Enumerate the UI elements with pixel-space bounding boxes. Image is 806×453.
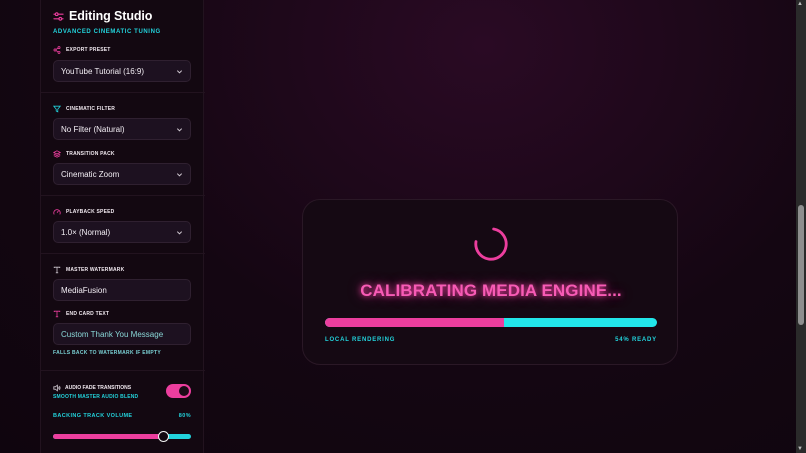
master-watermark-value: MediaFusion xyxy=(61,285,107,295)
transition-pack-label-row: TRANSITION PACK xyxy=(53,150,115,158)
sliders-icon xyxy=(53,11,64,21)
chevron-down-icon xyxy=(176,127,183,131)
scroll-down-icon[interactable]: ▼ xyxy=(797,446,803,452)
divider xyxy=(41,370,205,371)
volume-icon xyxy=(53,384,61,392)
export-preset-select[interactable]: YouTube Tutorial (16:9) xyxy=(53,60,191,82)
progress-left-label: LOCAL RENDERING xyxy=(325,337,396,343)
render-progress-bar xyxy=(325,318,657,327)
divider xyxy=(41,253,205,254)
playback-speed-select[interactable]: 1.0× (Normal) xyxy=(53,221,191,243)
divider xyxy=(41,195,205,196)
loading-card: CALIBRATING MEDIA ENGINE... LOCAL RENDER… xyxy=(302,199,678,365)
audio-fade-sublabel: SMOOTH MASTER AUDIO BLEND xyxy=(53,394,139,400)
master-watermark-input[interactable]: MediaFusion xyxy=(53,279,191,301)
divider xyxy=(41,92,205,93)
export-preset-value: YouTube Tutorial (16:9) xyxy=(61,66,145,76)
slider-thumb[interactable] xyxy=(157,431,169,442)
page-scrollbar[interactable]: ▲ ▼ xyxy=(796,0,806,453)
audio-fade-toggle[interactable] xyxy=(166,384,191,398)
chevron-down-icon xyxy=(176,172,183,176)
backing-volume-row: BACKING TRACK VOLUME 80% xyxy=(53,413,191,419)
spinner-icon xyxy=(474,227,508,261)
cinematic-filter-value: No Filter (Natural) xyxy=(61,124,125,134)
filter-icon xyxy=(53,105,61,113)
master-watermark-label: MASTER WATERMARK xyxy=(66,267,125,273)
chevron-down-icon xyxy=(176,230,183,234)
master-watermark-label-row: MASTER WATERMARK xyxy=(53,266,124,274)
toggle-knob xyxy=(179,386,189,396)
playback-speed-label-row: PLAYBACK SPEED xyxy=(53,208,114,216)
backing-volume-slider[interactable] xyxy=(53,431,191,442)
sidebar-subtitle: ADVANCED CINEMATIC TUNING xyxy=(53,29,161,35)
progress-fill xyxy=(325,318,505,327)
loading-title: CALIBRATING MEDIA ENGINE... xyxy=(360,281,622,300)
playback-speed-value: 1.0× (Normal) xyxy=(61,227,111,237)
scroll-up-icon[interactable]: ▲ xyxy=(797,1,803,7)
cinematic-filter-label: CINEMATIC FILTER xyxy=(66,106,116,112)
progress-right-label: 54% READY xyxy=(615,337,657,343)
transition-pack-label: TRANSITION PACK xyxy=(66,151,115,157)
transition-pack-value: Cinematic Zoom xyxy=(61,169,120,179)
backing-volume-value: 80% xyxy=(178,413,191,419)
sidebar-title: Editing Studio xyxy=(69,9,153,23)
end-card-placeholder: Custom Thank You Message xyxy=(61,329,164,339)
audio-fade-label: AUDIO FADE TRANSITIONS xyxy=(65,385,132,391)
sidebar-header: Editing Studio xyxy=(53,9,152,23)
export-preset-label-row: EXPORT PRESET xyxy=(53,46,111,54)
end-card-hint: FALLS BACK TO WATERMARK IF EMPTY xyxy=(53,350,162,356)
slider-fill xyxy=(53,434,164,439)
text-icon xyxy=(53,310,61,318)
progress-labels: LOCAL RENDERING 54% READY xyxy=(325,337,657,343)
cinematic-filter-select[interactable]: No Filter (Natural) xyxy=(53,118,191,140)
share-icon xyxy=(53,46,61,54)
cinematic-filter-label-row: CINEMATIC FILTER xyxy=(53,105,115,113)
playback-speed-label: PLAYBACK SPEED xyxy=(66,209,115,215)
export-preset-label: EXPORT PRESET xyxy=(66,47,111,53)
layers-icon xyxy=(53,150,61,158)
end-card-text-input[interactable]: Custom Thank You Message xyxy=(53,323,191,345)
end-card-label-row: END CARD TEXT xyxy=(53,310,109,318)
gauge-icon xyxy=(53,209,61,215)
chevron-down-icon xyxy=(176,69,183,73)
scrollbar-thumb[interactable] xyxy=(798,205,804,325)
end-card-label: END CARD TEXT xyxy=(66,311,110,317)
text-icon xyxy=(53,266,61,274)
audio-fade-label-group: AUDIO FADE TRANSITIONS SMOOTH MASTER AUD… xyxy=(53,384,138,400)
settings-sidebar: Editing Studio ADVANCED CINEMATIC TUNING… xyxy=(40,0,205,453)
backing-volume-label: BACKING TRACK VOLUME xyxy=(53,413,133,419)
transition-pack-select[interactable]: Cinematic Zoom xyxy=(53,163,191,185)
